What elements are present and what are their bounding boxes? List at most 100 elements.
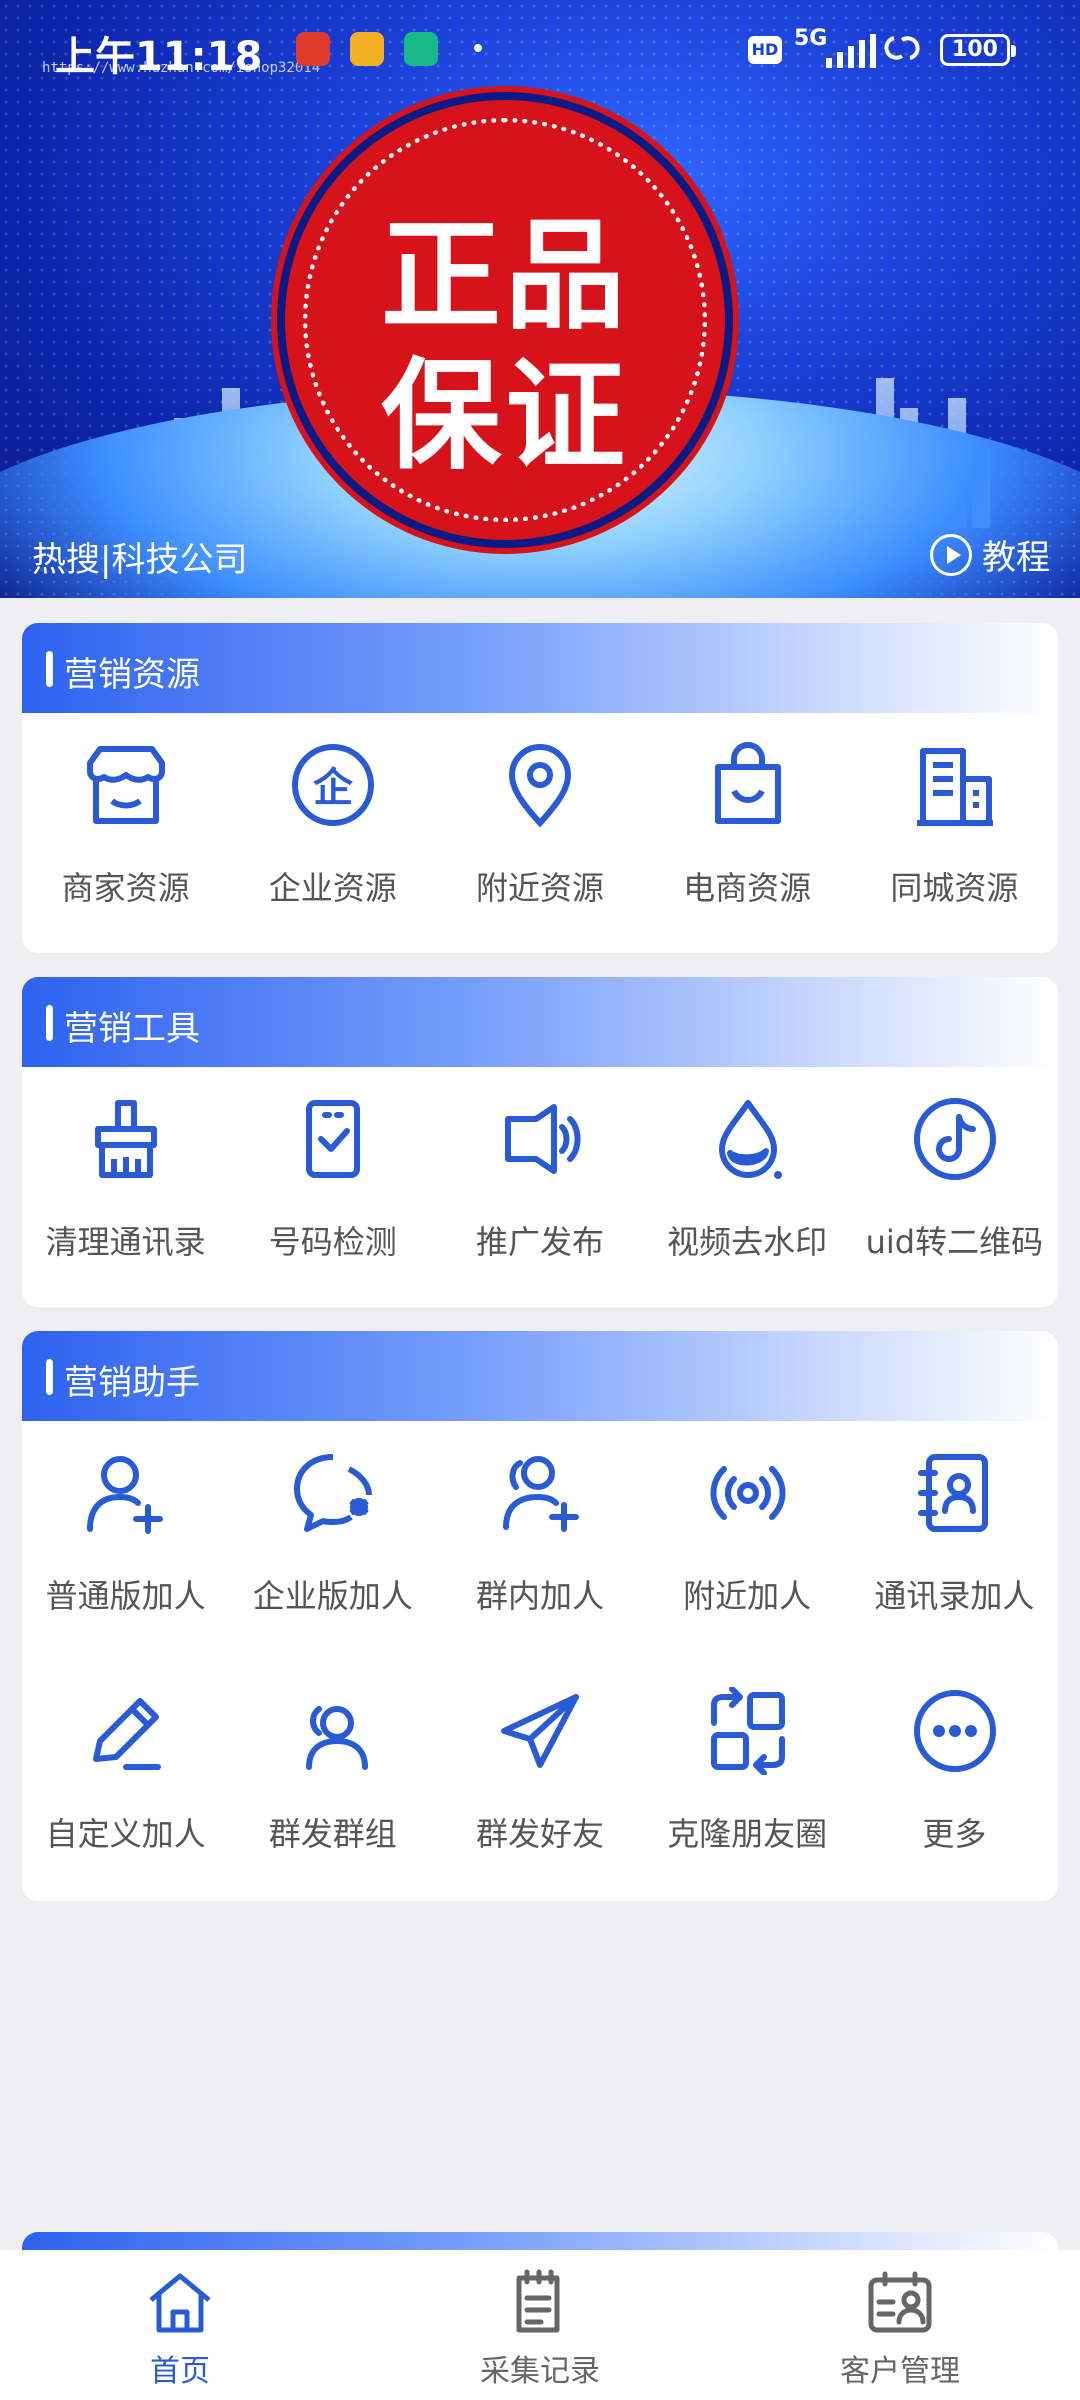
section-marketing-assistant: 营销助手 普通版加人 企业版加人 群内加人 附近加人 通讯录加人 自定义加人 群… xyxy=(22,1331,1058,1901)
header-accent-bar xyxy=(46,651,53,687)
item-label: 群发群组 xyxy=(268,1815,397,1853)
clone-icon xyxy=(704,1686,792,1776)
grid-item-nearby-resources[interactable]: 附近资源 xyxy=(436,713,643,951)
grid-item-ecommerce-resources[interactable]: 电商资源 xyxy=(644,713,851,951)
item-label: 附近资源 xyxy=(475,869,604,907)
location-pin-icon xyxy=(496,741,584,829)
tutorial-label: 教程 xyxy=(982,538,1050,578)
grid-item-custom-add-friends[interactable]: 自定义加人 xyxy=(22,1659,229,1897)
item-label: 普通版加人 xyxy=(45,1577,206,1615)
item-label: 同城资源 xyxy=(890,869,1019,907)
item-label: 商家资源 xyxy=(61,869,190,907)
authentic-guarantee-seal: 正品 保证 xyxy=(285,100,725,540)
bottom-navigation: 首页 采集记录 客户管理 xyxy=(0,2250,1080,2400)
section-marketing-tools: 营销工具 清理通讯录 号码检测 推广发布 视频去水印 uid转二维码 xyxy=(22,977,1058,1307)
more-icon xyxy=(911,1687,999,1775)
grid-item-friends-broadcast[interactable]: 群发好友 xyxy=(436,1659,643,1897)
promo-banner[interactable]: 上午11:18 https://www.huzhan.com/ishop3201… xyxy=(0,0,1080,598)
customer-card-icon xyxy=(868,2271,932,2333)
section-title: 营销工具 xyxy=(64,1009,200,1049)
section-title: 营销助手 xyxy=(64,1363,200,1403)
seal-text-line2: 保证 xyxy=(381,347,629,486)
section-title: 营销资源 xyxy=(64,655,200,695)
clipboard-icon xyxy=(516,2269,560,2333)
grid-item-clone-moments[interactable]: 克隆朋友圈 xyxy=(644,1659,851,1897)
tiktok-icon xyxy=(911,1095,999,1183)
notification-app-icon xyxy=(404,32,438,66)
grid-item-remove-watermark[interactable]: 视频去水印 xyxy=(644,1067,851,1305)
enterprise-icon: 企 xyxy=(289,741,377,829)
item-label: 通讯录加人 xyxy=(874,1577,1035,1615)
section-header: 营销资源 xyxy=(22,623,1058,713)
group-add-icon xyxy=(496,1449,584,1537)
grid-item-uid-to-qrcode[interactable]: uid转二维码 xyxy=(851,1067,1058,1305)
grid-item-more[interactable]: 更多 xyxy=(851,1659,1058,1897)
grid-item-enterprise-add-friends[interactable]: 企业版加人 xyxy=(229,1421,436,1659)
tab-collection-records[interactable]: 采集记录 xyxy=(360,2250,720,2400)
svg-text:企: 企 xyxy=(313,765,354,811)
user-add-icon xyxy=(82,1449,170,1537)
tutorial-button[interactable]: 教程 xyxy=(930,530,1050,579)
hot-search-link[interactable]: 热搜|科技公司 xyxy=(32,532,247,581)
battery-indicator: 100 xyxy=(940,34,1016,66)
notification-app-icon xyxy=(350,32,384,66)
phone-check-icon xyxy=(289,1095,377,1183)
item-label: 电商资源 xyxy=(683,869,812,907)
tab-label: 客户管理 xyxy=(840,2354,960,2389)
notification-app-icon xyxy=(296,32,330,66)
water-drop-icon xyxy=(704,1095,792,1183)
tab-label: 首页 xyxy=(150,2354,210,2389)
link-icon xyxy=(880,30,924,70)
tab-label: 采集记录 xyxy=(480,2354,600,2389)
signal-icon xyxy=(826,34,876,68)
header-accent-bar xyxy=(46,1005,53,1041)
section-header: 营销助手 xyxy=(22,1331,1058,1421)
grid-item-contacts-add-friends[interactable]: 通讯录加人 xyxy=(851,1421,1058,1659)
brush-icon xyxy=(82,1095,170,1183)
grid-item-basic-add-friends[interactable]: 普通版加人 xyxy=(22,1421,229,1659)
item-label: 号码检测 xyxy=(268,1223,397,1261)
item-label: 群发好友 xyxy=(475,1815,604,1853)
chat-bubble-icon xyxy=(289,1449,377,1537)
building-icon xyxy=(911,741,999,829)
grid-item-local-resources[interactable]: 同城资源 xyxy=(851,713,1058,951)
header-accent-bar xyxy=(46,1359,53,1395)
hd-badge: HD xyxy=(748,36,782,64)
speaker-icon xyxy=(496,1095,584,1183)
paper-plane-icon xyxy=(496,1687,584,1775)
grid-item-nearby-add-friends[interactable]: 附近加人 xyxy=(644,1421,851,1659)
group-send-icon xyxy=(289,1687,377,1775)
item-label: 企业资源 xyxy=(268,869,397,907)
contacts-book-icon xyxy=(911,1449,999,1537)
item-label: 推广发布 xyxy=(475,1223,604,1261)
item-label: 自定义加人 xyxy=(45,1815,206,1853)
shopping-bag-icon xyxy=(704,741,792,829)
grid-item-group-broadcast[interactable]: 群发群组 xyxy=(229,1659,436,1897)
grid-item-merchant-resources[interactable]: 商家资源 xyxy=(22,713,229,951)
more-notifications-dot xyxy=(474,44,482,52)
item-label: uid转二维码 xyxy=(865,1223,1044,1261)
section-marketing-resources: 营销资源 商家资源 企 企业资源 附近资源 电商资源 同城资源 xyxy=(22,623,1058,953)
grid-item-enterprise-resources[interactable]: 企 企业资源 xyxy=(229,713,436,951)
network-type: 5G xyxy=(794,26,828,51)
tab-home[interactable]: 首页 xyxy=(0,2250,360,2400)
radar-icon xyxy=(704,1449,792,1537)
status-bar: 上午11:18 https://www.huzhan.com/ishop3201… xyxy=(0,0,1080,100)
item-label: 克隆朋友圈 xyxy=(667,1815,828,1853)
item-label: 企业版加人 xyxy=(252,1577,413,1615)
section-header: 营销工具 xyxy=(22,977,1058,1067)
item-label: 视频去水印 xyxy=(667,1223,828,1261)
tab-customer-management[interactable]: 客户管理 xyxy=(720,2250,1080,2400)
item-label: 群内加人 xyxy=(475,1577,604,1615)
play-icon xyxy=(930,533,972,576)
item-label: 附近加人 xyxy=(683,1577,812,1615)
grid-item-group-add-friends[interactable]: 群内加人 xyxy=(436,1421,643,1659)
grid-item-number-check[interactable]: 号码检测 xyxy=(229,1067,436,1305)
item-label: 清理通讯录 xyxy=(45,1223,206,1261)
watermark-text: https://www.huzhan.com/ishop32014 xyxy=(42,60,321,76)
store-icon xyxy=(82,741,170,829)
pencil-icon xyxy=(82,1687,170,1775)
grid-item-promotion-post[interactable]: 推广发布 xyxy=(436,1067,643,1305)
grid-item-clean-contacts[interactable]: 清理通讯录 xyxy=(22,1067,229,1305)
home-icon xyxy=(149,2273,211,2333)
